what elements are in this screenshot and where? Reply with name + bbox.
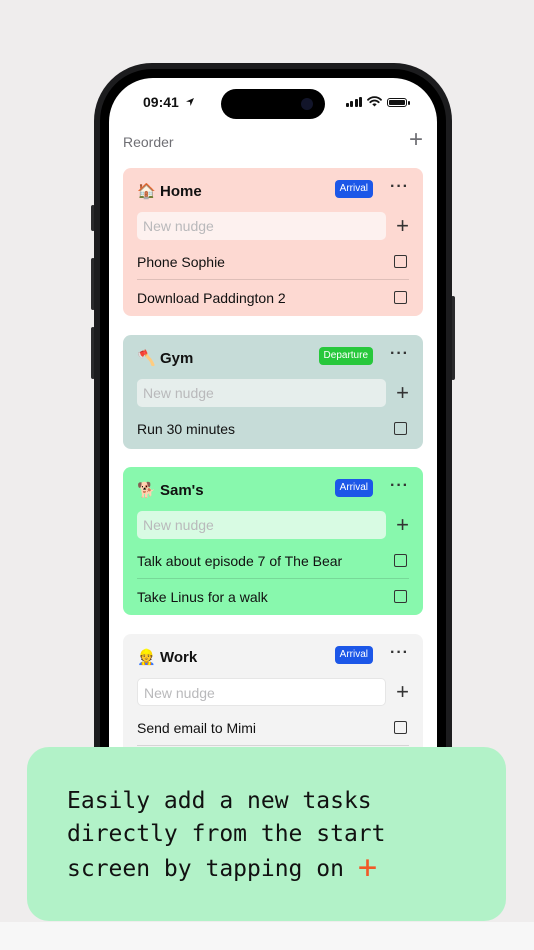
task-item: Talk about episode 7 of The Bear (137, 543, 409, 578)
task-label: Send email to Mimi (137, 720, 257, 736)
task-label: Run 30 minutes (137, 421, 236, 437)
add-location-plus-icon[interactable]: + (409, 128, 423, 152)
axe-emoji-icon: 🪓 (137, 350, 156, 367)
card-title-text: Gym (160, 349, 194, 367)
arrival-badge: Arrival (334, 479, 373, 497)
location-card-sams: 🐕 Sam's Arrival ··· New nudge + Talk abo… (123, 467, 423, 615)
new-nudge-input[interactable]: New nudge (137, 379, 386, 407)
cellular-signal-icon (345, 97, 362, 107)
location-card-gym: 🪓 Gym Departure ··· New nudge + Run 30 m… (123, 335, 423, 449)
new-nudge-input[interactable]: New nudge (137, 678, 386, 706)
callout-line-2: directly from the start (67, 821, 386, 847)
task-checkbox[interactable] (394, 422, 407, 435)
card-title: 🏠 Home (137, 182, 202, 201)
add-nudge-plus-icon[interactable]: + (396, 511, 409, 539)
status-indicators (345, 96, 410, 107)
card-title: 👷 Work (137, 648, 198, 667)
front-camera (301, 98, 313, 110)
add-nudge-plus-icon[interactable]: + (396, 212, 409, 240)
task-item: Send email to Mimi (137, 710, 409, 745)
task-item: Run 30 minutes (137, 411, 409, 446)
departure-badge: Departure (318, 347, 373, 365)
plus-icon: + (357, 848, 378, 886)
status-time: 09:41 (143, 94, 195, 110)
phone-screen: 09:41 Reorder + 🏠 Home Arrival ··· New n… (109, 78, 437, 818)
task-checkbox[interactable] (394, 554, 407, 567)
callout-text: Easily add a new tasks directly from the… (67, 785, 386, 886)
arrival-badge: Arrival (334, 180, 373, 198)
house-emoji-icon: 🏠 (137, 183, 156, 200)
task-checkbox[interactable] (394, 721, 407, 734)
task-item: Take Linus for a walk (137, 578, 409, 614)
task-item: Phone Sophie (137, 244, 409, 279)
location-arrow-icon (185, 98, 194, 106)
task-label: Take Linus for a walk (137, 589, 268, 605)
construction-worker-emoji-icon: 👷 (137, 649, 156, 666)
more-options-icon[interactable]: ··· (390, 477, 409, 495)
arrival-badge: Arrival (334, 646, 373, 664)
task-label: Download Paddington 2 (137, 290, 286, 306)
task-label: Phone Sophie (137, 254, 225, 270)
task-checkbox[interactable] (394, 291, 407, 304)
more-options-icon[interactable]: ··· (390, 178, 409, 196)
add-nudge-plus-icon[interactable]: + (396, 379, 409, 407)
callout-line-1: Easily add a new tasks (67, 788, 372, 814)
location-card-home: 🏠 Home Arrival ··· New nudge + Phone Sop… (123, 168, 423, 316)
feature-callout: Easily add a new tasks directly from the… (27, 747, 506, 921)
card-title-text: Sam's (160, 481, 204, 499)
page-footer-band (0, 922, 534, 950)
callout-line-3-text: screen by tapping on (67, 856, 344, 882)
card-title: 🐕 Sam's (137, 481, 204, 500)
dog-emoji-icon: 🐕 (137, 482, 156, 499)
task-checkbox[interactable] (394, 590, 407, 603)
new-nudge-input[interactable]: New nudge (137, 511, 386, 539)
card-title-text: Work (160, 648, 198, 666)
callout-line-3: screen by tapping on + (67, 851, 386, 886)
new-nudge-input[interactable]: New nudge (137, 212, 386, 240)
add-nudge-plus-icon[interactable]: + (396, 678, 409, 706)
task-checkbox[interactable] (394, 255, 407, 268)
wifi-icon (367, 96, 382, 107)
reorder-button[interactable]: Reorder (123, 134, 174, 150)
card-title-text: Home (160, 182, 202, 200)
card-title: 🪓 Gym (137, 349, 194, 368)
task-item: Download Paddington 2 (137, 279, 409, 315)
more-options-icon[interactable]: ··· (390, 644, 409, 662)
task-label: Talk about episode 7 of The Bear (137, 553, 343, 569)
more-options-icon[interactable]: ··· (390, 345, 409, 363)
battery-icon (387, 98, 410, 107)
